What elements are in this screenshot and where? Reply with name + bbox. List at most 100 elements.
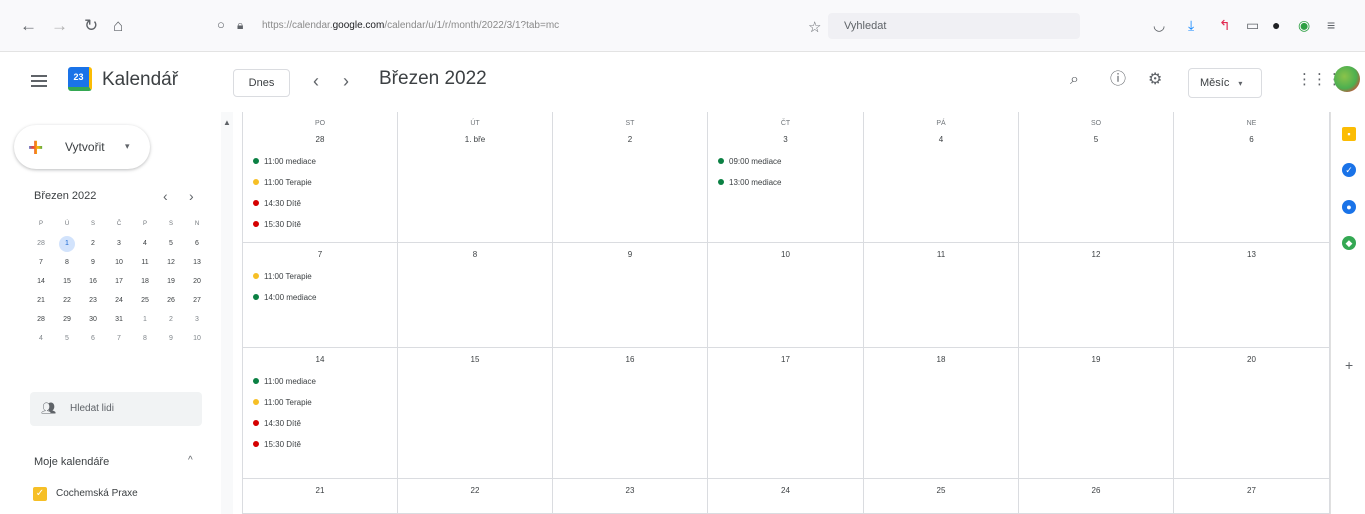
- mini-day[interactable]: 28: [28, 234, 54, 253]
- mini-day[interactable]: 19: [158, 272, 184, 291]
- day-number[interactable]: 7: [243, 250, 397, 259]
- mini-day[interactable]: 29: [54, 310, 80, 329]
- prev-month-icon[interactable]: ‹: [313, 72, 319, 90]
- mini-day[interactable]: 4: [28, 329, 54, 348]
- day-cell[interactable]: 7 11:00 Terapie 14:00 mediace: [243, 243, 398, 347]
- event-chip[interactable]: 14:30 Dítě: [253, 419, 301, 428]
- add-icon[interactable]: +: [1345, 357, 1353, 373]
- mini-day[interactable]: 6: [80, 329, 106, 348]
- mini-day[interactable]: 10: [106, 253, 132, 272]
- mini-day[interactable]: 23: [80, 291, 106, 310]
- day-cell[interactable]: 24: [708, 479, 864, 513]
- day-cell[interactable]: 12: [1019, 243, 1174, 347]
- mini-day[interactable]: 13: [184, 253, 210, 272]
- mini-day[interactable]: 9: [158, 329, 184, 348]
- tasks-icon[interactable]: ✓: [1342, 163, 1356, 177]
- mini-day[interactable]: 3: [184, 310, 210, 329]
- day-number[interactable]: 27: [1174, 486, 1329, 495]
- day-number[interactable]: 28: [243, 135, 397, 144]
- day-number[interactable]: 10: [708, 250, 863, 259]
- mini-day[interactable]: 18: [132, 272, 158, 291]
- mini-day[interactable]: 2: [80, 234, 106, 253]
- account-icon[interactable]: ●: [1272, 17, 1280, 33]
- day-cell[interactable]: SO 5: [1019, 112, 1174, 242]
- day-number[interactable]: 2: [553, 135, 707, 144]
- mini-day[interactable]: 6: [184, 234, 210, 253]
- mini-day[interactable]: 1: [54, 234, 80, 253]
- my-calendars-title[interactable]: Moje kalendáře: [34, 456, 109, 468]
- day-number[interactable]: 22: [398, 486, 552, 495]
- next-month-icon[interactable]: ›: [343, 72, 349, 90]
- event-chip[interactable]: 14:00 mediace: [253, 293, 317, 302]
- mini-day[interactable]: 11: [132, 253, 158, 272]
- search-icon[interactable]: ⌕: [1070, 71, 1079, 89]
- url-text[interactable]: https://calendar.google.com/calendar/u/1…: [262, 20, 559, 31]
- home-icon[interactable]: ⌂: [113, 17, 123, 35]
- day-number[interactable]: 24: [708, 486, 863, 495]
- day-cell[interactable]: 19: [1019, 348, 1174, 478]
- contacts-icon[interactable]: ●: [1342, 200, 1356, 214]
- day-cell[interactable]: 26: [1019, 479, 1174, 513]
- day-number[interactable]: 17: [708, 355, 863, 364]
- mini-day[interactable]: 10: [184, 329, 210, 348]
- day-cell[interactable]: 22: [398, 479, 553, 513]
- extension-icon[interactable]: ↰: [1219, 17, 1231, 33]
- day-cell[interactable]: 17: [708, 348, 864, 478]
- settings-icon[interactable]: ⚙: [1148, 71, 1162, 89]
- bookmark-star-icon[interactable]: ☆: [808, 18, 821, 36]
- mini-day[interactable]: 25: [132, 291, 158, 310]
- event-chip[interactable]: 11:00 mediace: [253, 157, 316, 166]
- menu-icon[interactable]: ≡: [1327, 17, 1335, 33]
- forward-icon[interactable]: →: [51, 17, 68, 35]
- scroll-up-icon[interactable]: ▲: [223, 118, 231, 127]
- event-chip[interactable]: 09:00 mediace: [718, 157, 782, 166]
- mini-day[interactable]: 15: [54, 272, 80, 291]
- day-number[interactable]: 13: [1174, 250, 1329, 259]
- mini-day[interactable]: 9: [80, 253, 106, 272]
- mini-day[interactable]: 8: [54, 253, 80, 272]
- mini-day[interactable]: 3: [106, 234, 132, 253]
- day-number[interactable]: 23: [553, 486, 707, 495]
- day-cell[interactable]: 25: [864, 479, 1019, 513]
- mini-day[interactable]: 4: [132, 234, 158, 253]
- shield-icon[interactable]: ○: [217, 16, 225, 34]
- today-button[interactable]: Dnes: [233, 69, 290, 97]
- day-cell[interactable]: 9: [553, 243, 708, 347]
- search-people-input[interactable]: 👥︎ Hledat lidi: [30, 392, 202, 426]
- day-cell[interactable]: ČT 3 09:00 mediace 13:00 mediace: [708, 112, 864, 242]
- day-cell[interactable]: 15: [398, 348, 553, 478]
- vpn-icon[interactable]: ◉: [1298, 17, 1310, 33]
- mini-day[interactable]: 5: [158, 234, 184, 253]
- back-icon[interactable]: ←: [20, 17, 37, 35]
- day-cell[interactable]: 21: [243, 479, 398, 513]
- mini-day[interactable]: 16: [80, 272, 106, 291]
- create-button[interactable]: + Vytvořit ▾: [14, 125, 150, 169]
- keep-icon[interactable]: ▪: [1342, 127, 1356, 141]
- mini-day[interactable]: 27: [184, 291, 210, 310]
- pocket-icon[interactable]: ◡: [1153, 17, 1165, 33]
- day-cell[interactable]: ÚT 1. bře: [398, 112, 553, 242]
- day-number[interactable]: 26: [1019, 486, 1173, 495]
- sidebar-scrollbar[interactable]: ▲: [221, 112, 233, 514]
- event-chip[interactable]: 14:30 Dítě: [253, 199, 301, 208]
- mini-day[interactable]: 7: [28, 253, 54, 272]
- day-cell[interactable]: PÁ 4: [864, 112, 1019, 242]
- day-cell[interactable]: 8: [398, 243, 553, 347]
- reader-icon[interactable]: ▭: [1246, 17, 1259, 33]
- mini-day[interactable]: 14: [28, 272, 54, 291]
- day-number[interactable]: 20: [1174, 355, 1329, 364]
- day-number[interactable]: 25: [864, 486, 1018, 495]
- day-number[interactable]: 5: [1019, 135, 1173, 144]
- mini-day[interactable]: 31: [106, 310, 132, 329]
- event-chip[interactable]: 11:00 Terapie: [253, 398, 312, 407]
- day-number[interactable]: 9: [553, 250, 707, 259]
- browser-search-input[interactable]: Vyhledat: [828, 13, 1080, 39]
- avatar[interactable]: [1334, 66, 1360, 92]
- url-bar[interactable]: ○ 🔒︎ https://calendar.google.com/calenda…: [207, 10, 797, 42]
- day-number[interactable]: 8: [398, 250, 552, 259]
- mini-day[interactable]: 17: [106, 272, 132, 291]
- mini-day[interactable]: 8: [132, 329, 158, 348]
- day-cell[interactable]: 13: [1174, 243, 1330, 347]
- day-number[interactable]: 15: [398, 355, 552, 364]
- day-number[interactable]: 6: [1174, 135, 1329, 144]
